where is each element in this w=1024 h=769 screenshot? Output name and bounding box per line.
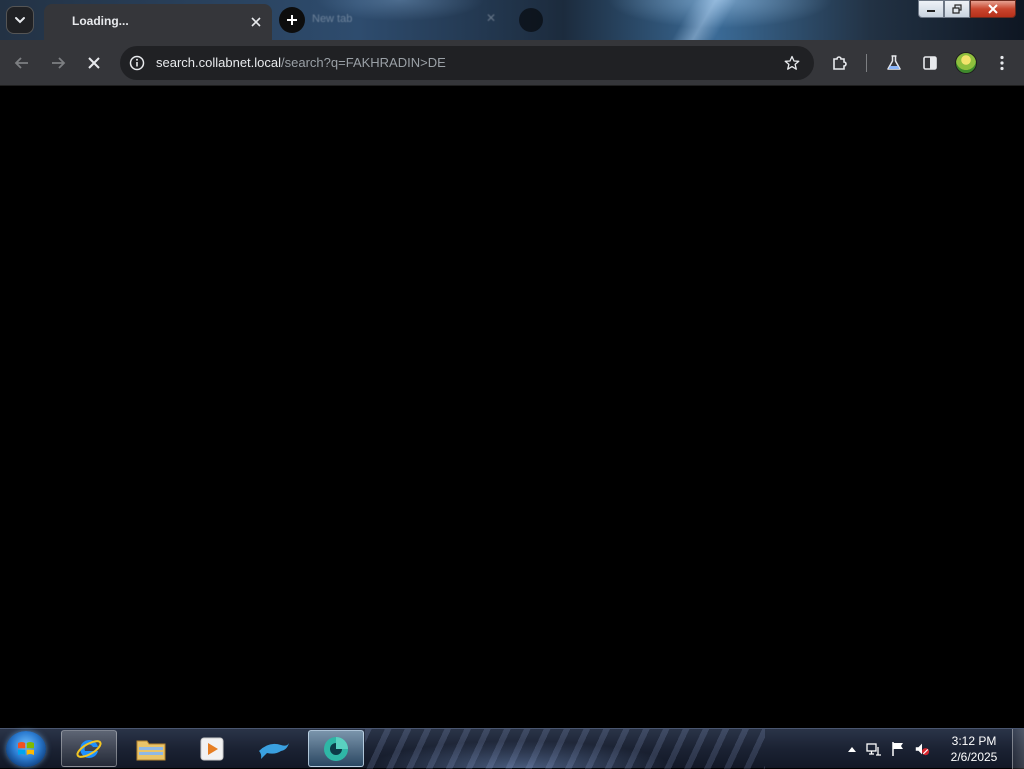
browser-toolbar: search.collabnet.local/search?q=FAKHRADI…: [0, 40, 1024, 86]
back-button[interactable]: [8, 49, 36, 77]
star-icon: [784, 55, 800, 70]
volume-tray-button[interactable]: [914, 741, 930, 757]
ghost-circle-icon: [519, 8, 543, 32]
taskbar-dolphin-app[interactable]: [246, 730, 302, 767]
stop-loading-button[interactable]: [80, 49, 108, 77]
taskbar-file-explorer[interactable]: [123, 730, 179, 767]
url-text[interactable]: search.collabnet.local/search?q=FAKHRADI…: [156, 55, 446, 70]
page-content: [0, 86, 1024, 728]
site-info-button[interactable]: [128, 54, 146, 72]
new-tab-button[interactable]: [279, 7, 305, 33]
volume-muted-icon: [915, 743, 930, 756]
tab-active[interactable]: Loading...: [44, 4, 272, 40]
minimize-icon: [927, 10, 935, 12]
plus-icon: [287, 15, 297, 25]
taskbar-media-player[interactable]: [184, 730, 240, 767]
forward-button[interactable]: [44, 49, 72, 77]
tab-title: Loading...: [72, 14, 129, 28]
show-hidden-icons-button[interactable]: [844, 741, 860, 757]
flag-icon: [892, 742, 903, 756]
bookmark-button[interactable]: [782, 53, 802, 73]
arrow-left-icon: [14, 57, 28, 69]
tab-search-button[interactable]: [6, 6, 34, 34]
taskbar: 3:12 PM 2/6/2025: [0, 728, 1024, 769]
restore-icon: [952, 4, 962, 14]
tab-close-button[interactable]: [246, 12, 266, 32]
puzzle-icon: [833, 56, 847, 70]
profile-avatar[interactable]: [955, 52, 977, 74]
chevron-down-icon: [15, 17, 25, 24]
info-icon: [129, 55, 145, 71]
extensions-button[interactable]: [826, 49, 854, 77]
media-player-icon: [200, 737, 224, 760]
taskbar-clock[interactable]: 3:12 PM 2/6/2025: [944, 733, 1004, 765]
toolbar-divider: [866, 54, 867, 72]
side-panel-icon: [923, 56, 937, 70]
flask-icon: [887, 55, 901, 70]
clock-time: 3:12 PM: [951, 734, 997, 748]
close-icon: [88, 57, 100, 69]
windows-logo-icon: [18, 742, 34, 755]
network-tray-button[interactable]: [866, 741, 882, 757]
arrow-right-icon: [52, 57, 66, 69]
window-controls: [918, 0, 1018, 19]
url-path: /search?q=FAKHRADIN>DE: [281, 55, 446, 70]
folder-icon: [136, 740, 166, 760]
taskbar-internet-explorer[interactable]: [61, 730, 117, 767]
clock-date: 2/6/2025: [950, 750, 998, 764]
close-icon: [988, 4, 998, 14]
tab-background[interactable]: New tab ✕: [306, 8, 496, 32]
network-icon: [866, 743, 881, 756]
dolphin-icon: [259, 742, 289, 759]
taskbar-browser[interactable]: [308, 730, 364, 767]
internet-explorer-icon: [76, 739, 102, 758]
start-button[interactable]: [6, 731, 46, 767]
tab-background-title: New tab: [312, 13, 353, 25]
browser-icon: [324, 736, 348, 761]
labs-button[interactable]: [880, 49, 908, 77]
triangle-up-icon: [848, 747, 856, 752]
close-icon: [251, 17, 261, 27]
minimize-button[interactable]: [918, 0, 944, 18]
kebab-menu-icon: [1000, 55, 1004, 71]
menu-button[interactable]: [988, 49, 1016, 77]
show-desktop-button[interactable]: [1012, 729, 1024, 769]
close-icon[interactable]: ✕: [486, 11, 496, 25]
tab-strip: Loading... New tab ✕: [0, 0, 1024, 40]
taskbar-wallpaper: [365, 729, 765, 769]
address-bar[interactable]: search.collabnet.local/search?q=FAKHRADI…: [120, 46, 814, 80]
wallpaper-glow: [620, 0, 800, 40]
side-panel-button[interactable]: [916, 49, 944, 77]
close-window-button[interactable]: [970, 0, 1016, 18]
url-host: search.collabnet.local: [156, 55, 282, 70]
restore-button[interactable]: [944, 0, 970, 18]
action-center-button[interactable]: [890, 741, 906, 757]
